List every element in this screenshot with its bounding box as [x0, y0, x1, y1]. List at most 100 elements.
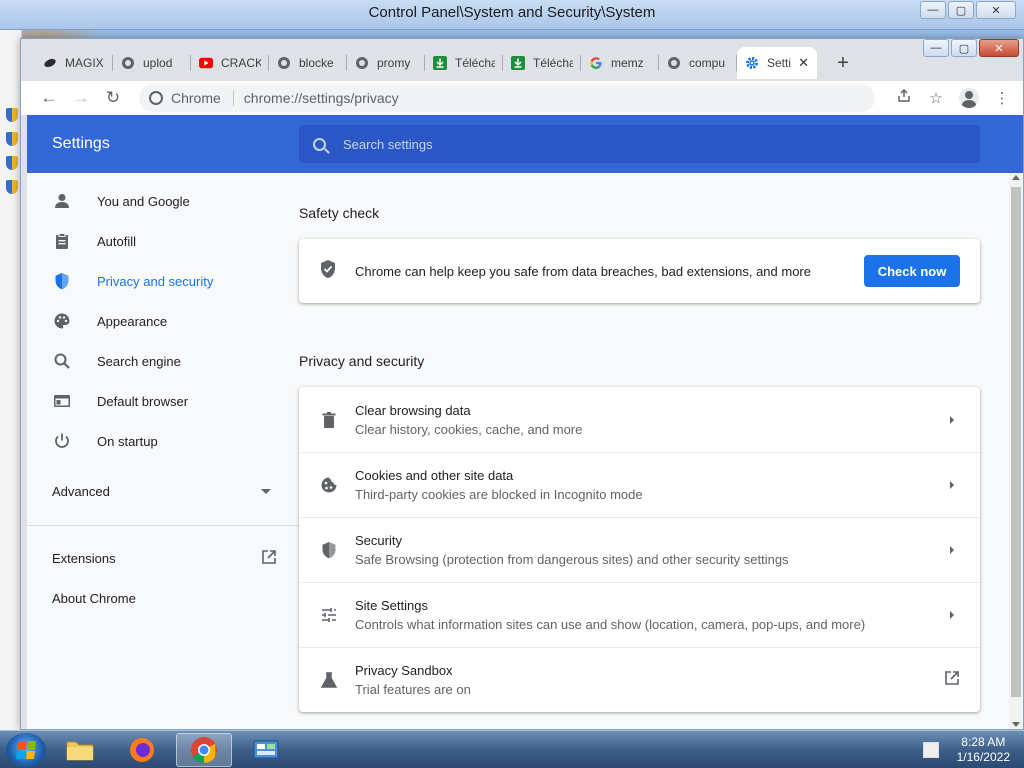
browser-tab[interactable]: Télécha — [503, 47, 581, 79]
chrome-close-button[interactable]: ✕ — [979, 39, 1019, 57]
scroll-thumb[interactable] — [1011, 187, 1021, 697]
search-settings-input[interactable]: Search settings — [299, 125, 980, 163]
row-title: Cookies and other site data — [355, 468, 514, 483]
flask-icon — [319, 670, 339, 690]
chrome-taskbar-button[interactable] — [176, 732, 232, 767]
chrome-window: — ▢ ✕ MAGIX uplod CRACK blocke promy Télécha T… — [20, 38, 1024, 730]
browser-tab[interactable]: CRACK — [191, 47, 269, 79]
control-panel-taskbar-button[interactable] — [238, 733, 294, 767]
row-title: Privacy Sandbox — [355, 663, 453, 678]
browser-tab[interactable]: promy — [347, 47, 425, 79]
cp-close-button[interactable]: ✕ — [976, 1, 1016, 19]
privacy-row-clear-browsing-data[interactable]: Clear browsing data Clear history, cookie… — [299, 387, 980, 452]
control-panel-left-strip — [0, 30, 22, 730]
check-now-button[interactable]: Check now — [864, 255, 960, 287]
action-center-flag-icon[interactable] — [922, 741, 939, 758]
youtube-icon — [199, 56, 213, 70]
privacy-row-privacy-sandbox[interactable]: Privacy Sandbox Trial features are on — [299, 647, 980, 712]
tab-close-icon[interactable]: ✕ — [798, 55, 809, 71]
advanced-label: Advanced — [52, 483, 110, 499]
reload-button[interactable]: ↻ — [97, 88, 129, 108]
browser-tab[interactable]: memz — [581, 47, 659, 79]
sidebar-extensions[interactable]: Extensions — [27, 538, 299, 578]
browser-tab[interactable]: Télécha — [425, 47, 503, 79]
tab-label: compu — [689, 56, 726, 70]
row-title: Site Settings — [355, 598, 428, 613]
sliders-icon — [319, 605, 339, 625]
sidebar-item-privacy-and-security[interactable]: Privacy and security — [27, 261, 299, 301]
omnibox-url: chrome://settings/privacy — [243, 90, 399, 106]
row-title: Security — [355, 533, 402, 548]
chrome-minimize-button[interactable]: — — [923, 39, 949, 57]
search-icon — [53, 352, 71, 370]
sidebar-item-you-and-google[interactable]: You and Google — [27, 181, 299, 221]
page-scrollbar[interactable] — [1009, 173, 1023, 729]
tabs: MAGIX uplod CRACK blocke promy Télécha Télécha… — [35, 47, 855, 79]
sidebar-item-appearance[interactable]: Appearance — [27, 301, 299, 341]
cp-minimize-button[interactable]: — — [920, 1, 946, 19]
chevron-right-icon — [950, 415, 954, 424]
profile-avatar[interactable] — [959, 88, 979, 108]
chrome-logo-icon — [191, 736, 217, 763]
forward-button[interactable]: → — [65, 88, 97, 108]
firefox-taskbar-button[interactable] — [114, 733, 170, 767]
system-tray: 8:28 AM 1/16/2022 — [922, 735, 1024, 765]
shield-icon — [53, 272, 71, 290]
row-subtitle: Safe Browsing (protection from dangerous… — [355, 552, 789, 567]
sidebar-about-chrome[interactable]: About Chrome — [27, 578, 299, 618]
browser-tab[interactable]: blocke — [269, 47, 347, 79]
omnibox[interactable]: Chrome chrome://settings/privacy — [139, 84, 875, 112]
about-label: About Chrome — [52, 590, 136, 606]
sidebar-advanced[interactable]: Advanced — [27, 469, 299, 513]
clock[interactable]: 8:28 AM 1/16/2022 — [957, 735, 1010, 765]
settings-sidebar: You and Google Autofill Privacy and securi… — [27, 173, 299, 729]
start-button[interactable] — [6, 732, 46, 767]
uac-shield-icon — [6, 108, 18, 122]
control-panel-title: Control Panel\System and Security\System — [368, 4, 656, 21]
privacy-row-site-settings[interactable]: Site Settings Controls what information s… — [299, 582, 980, 647]
browser-tab[interactable]: uplod — [113, 47, 191, 79]
sidebar-item-label: Appearance — [97, 313, 168, 329]
row-title: Clear browsing data — [355, 402, 471, 418]
browser-tab[interactable]: Setti ✕ — [737, 47, 817, 79]
scroll-down-arrow[interactable] — [1012, 722, 1020, 727]
menu-kebab-icon[interactable]: ⋮ — [993, 89, 1011, 107]
sidebar-item-label: Autofill — [97, 233, 137, 249]
chrome-icon — [149, 91, 163, 105]
cp-maximize-button[interactable]: ▢ — [948, 1, 974, 19]
browser-tab[interactable]: compu — [659, 47, 737, 79]
external-link-icon — [944, 670, 960, 691]
chrome-maximize-button[interactable]: ▢ — [951, 39, 977, 57]
sidebar-item-search-engine[interactable]: Search engine — [27, 341, 299, 381]
uac-shield-icon — [6, 132, 18, 146]
row-text: Site Settings Controls what information s… — [355, 598, 865, 632]
tab-label: memz — [611, 56, 644, 70]
control-panel-titlebar[interactable]: Control Panel\System and Security\System… — [0, 0, 1024, 30]
tab-label: blocke — [299, 56, 334, 70]
globe-icon — [355, 56, 369, 70]
firefox-icon — [130, 737, 154, 762]
sidebar-item-default-browser[interactable]: Default browser — [27, 381, 299, 421]
share-icon[interactable] — [895, 88, 913, 108]
browser-tab[interactable]: MAGIX — [35, 47, 113, 79]
sidebar-list: You and Google Autofill Privacy and securi… — [27, 173, 299, 461]
back-button[interactable]: ← — [33, 88, 65, 108]
new-tab-button[interactable]: + — [831, 52, 855, 75]
bookmark-star-icon[interactable]: ☆ — [927, 89, 945, 107]
privacy-row-cookies-and-other-site-data[interactable]: Cookies and other site data Third-party c… — [299, 452, 980, 517]
tab-label: Télécha — [455, 56, 495, 70]
windows-logo-icon — [16, 740, 36, 759]
toolbar: ← → ↻ Chrome chrome://settings/privacy ☆… — [21, 81, 1023, 115]
explorer-taskbar-button[interactable] — [52, 733, 108, 767]
tab-label: MAGIX — [65, 56, 104, 70]
sidebar-item-on-startup[interactable]: On startup — [27, 421, 299, 461]
external-link-icon — [261, 549, 277, 568]
omnibox-site: Chrome — [171, 90, 221, 106]
scroll-up-arrow[interactable] — [1012, 175, 1020, 180]
privacy-row-security[interactable]: Security Safe Browsing (protection from d… — [299, 517, 980, 582]
clock-date: 1/16/2022 — [956, 749, 1010, 764]
sidebar-item-autofill[interactable]: Autofill — [27, 221, 299, 261]
globe-icon — [121, 56, 135, 70]
browser-icon — [53, 392, 71, 410]
row-subtitle: Clear history, cookies, cache, and more — [355, 421, 583, 437]
